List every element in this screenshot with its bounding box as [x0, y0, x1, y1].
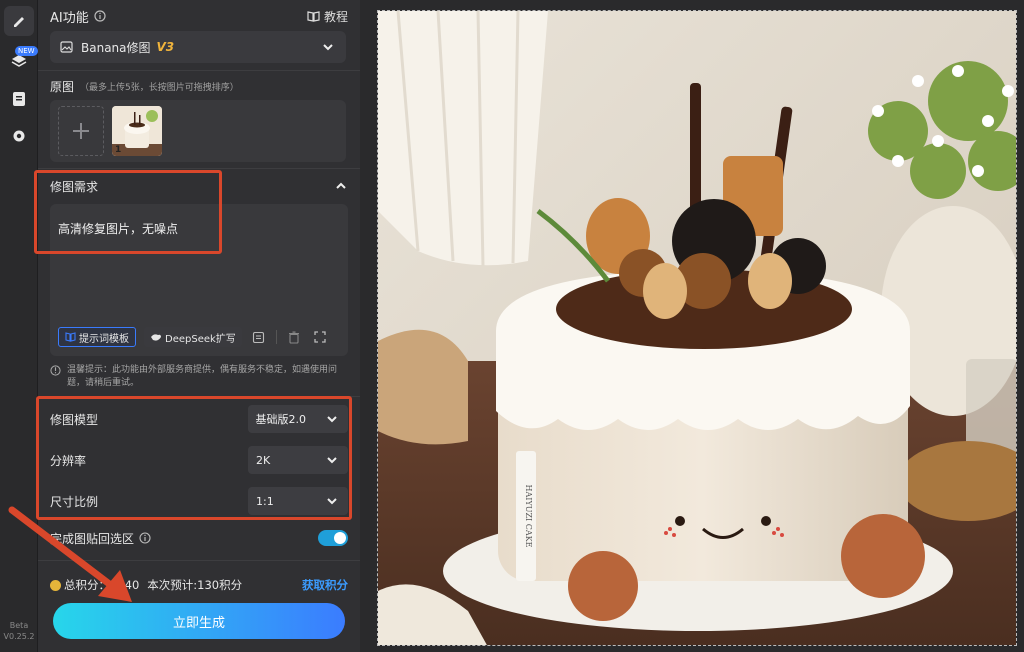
divider [38, 70, 360, 71]
divider [38, 168, 360, 169]
chevron-up-icon[interactable] [334, 179, 348, 193]
add-image-button[interactable] [58, 106, 104, 156]
original-hint: （最多上传5张，长按图片可拖拽排序） [80, 82, 239, 93]
arrow-annotation-icon [8, 506, 132, 602]
cake-label: HAIYUZI CAKE [524, 485, 533, 548]
toolbar-separator [275, 330, 277, 344]
model-name: Banana修图 [81, 40, 151, 55]
settings-gear-icon[interactable] [4, 121, 34, 151]
whale-icon [151, 333, 161, 341]
ai-function-title: AI功能 [50, 10, 89, 26]
cake-photo-image: HAIYUZI CAKE [378, 11, 1016, 645]
book-open-icon [65, 332, 76, 342]
tutorial-label: 教程 [323, 9, 348, 24]
get-points-link[interactable]: 获取积分 [302, 577, 348, 593]
alert-info-icon [50, 365, 61, 376]
info-icon[interactable] [94, 10, 106, 22]
expand-icon[interactable] [311, 328, 329, 346]
image-icon [60, 41, 73, 53]
uploaded-thumbnail[interactable]: 1 [112, 106, 162, 156]
image-canvas: HAIYUZI CAKE [360, 0, 1024, 652]
edit-icon[interactable] [4, 6, 34, 36]
document-icon[interactable] [4, 84, 34, 114]
chevron-down-icon [323, 44, 333, 51]
version-number: V0.25.2 [3, 632, 35, 641]
deepseek-expand-label: DeepSeek扩写 [165, 333, 236, 345]
thumbnail-index: 1 [115, 145, 122, 155]
service-tip: 温馨提示：此功能由外部服务商提供，偶有服务不稳定，如遇使用问题，请稍后重试。 [50, 364, 350, 390]
requirement-toolbar: 提示词模板 DeepSeek扩写 [58, 326, 340, 348]
history-icon[interactable] [250, 328, 268, 346]
photo-preview[interactable]: HAIYUZI CAKE [377, 10, 1017, 646]
model-version: V3 [156, 40, 175, 54]
original-header: 原图 （最多上传5张，长按图片可拖拽排序） [50, 78, 348, 94]
upload-zone: 1 [50, 100, 346, 162]
ai-function-header: AI功能 教程 [50, 6, 348, 26]
version-beta: Beta [9, 621, 29, 630]
prompt-template-button[interactable]: 提示词模板 [58, 327, 136, 347]
deepseek-expand-button[interactable]: DeepSeek扩写 [144, 327, 242, 347]
requirement-highlight-box [34, 170, 222, 254]
service-tip-text: 温馨提示：此功能由外部服务商提供，偶有服务不稳定，如遇使用问题，请稍后重试。 [67, 365, 338, 388]
original-title: 原图 [50, 79, 75, 94]
book-icon [307, 11, 320, 22]
trash-icon[interactable] [285, 328, 303, 346]
prompt-template-label: 提示词模板 [79, 333, 129, 345]
estimate-points: 本次预计:130积分 [147, 578, 243, 592]
new-badge: NEW [15, 46, 38, 56]
ai-model-select[interactable]: Banana修图 V3 [50, 31, 346, 63]
tutorial-link[interactable]: 教程 [307, 8, 348, 25]
paste-back-toggle[interactable] [318, 530, 348, 546]
plus-icon [73, 123, 89, 139]
